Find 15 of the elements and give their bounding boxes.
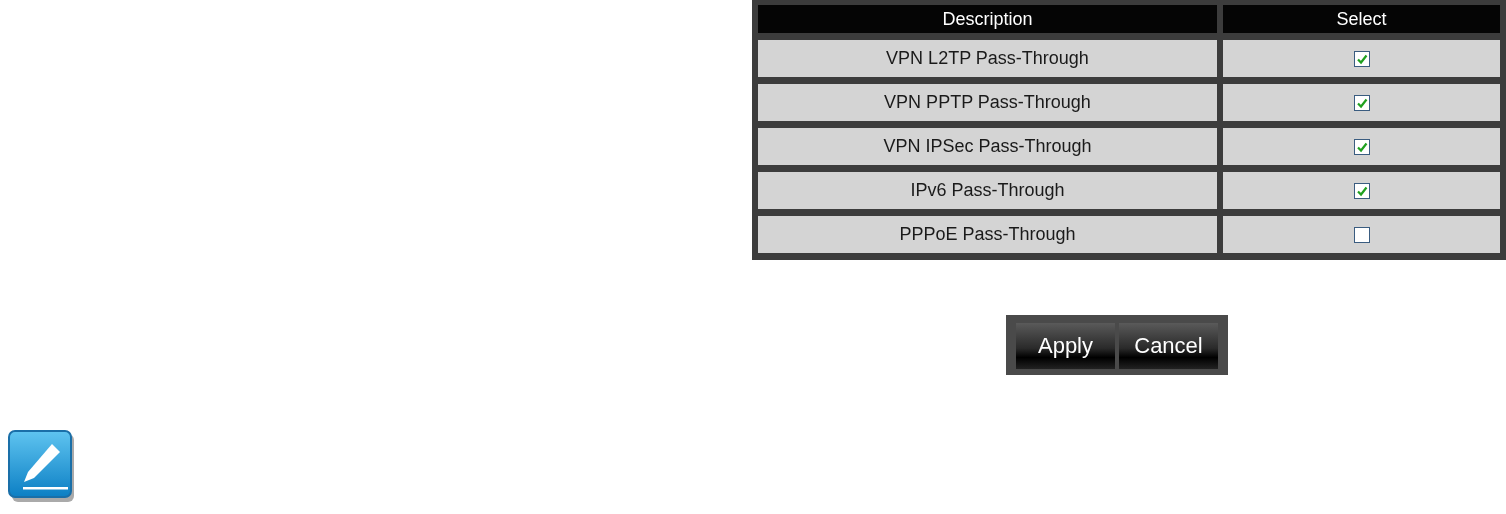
checkbox[interactable] <box>1353 139 1370 156</box>
note-icon <box>8 430 74 502</box>
table-cell: IPv6 Pass-Through <box>758 172 1217 209</box>
column-header: Description <box>758 5 1217 33</box>
column-header: Select <box>1223 5 1500 33</box>
table-cell: VPN PPTP Pass-Through <box>758 84 1217 121</box>
checkbox[interactable] <box>1353 183 1370 200</box>
table-cell: VPN L2TP Pass-Through <box>758 40 1217 77</box>
checkbox[interactable] <box>1353 95 1370 112</box>
action-button[interactable]: Cancel <box>1119 323 1218 369</box>
checkbox[interactable] <box>1353 51 1370 68</box>
table-cell: VPN IPSec Pass-Through <box>758 128 1217 165</box>
action-button[interactable]: Apply <box>1016 323 1115 369</box>
table-cell: PPPoE Pass-Through <box>758 216 1217 253</box>
checkbox[interactable] <box>1353 227 1370 244</box>
